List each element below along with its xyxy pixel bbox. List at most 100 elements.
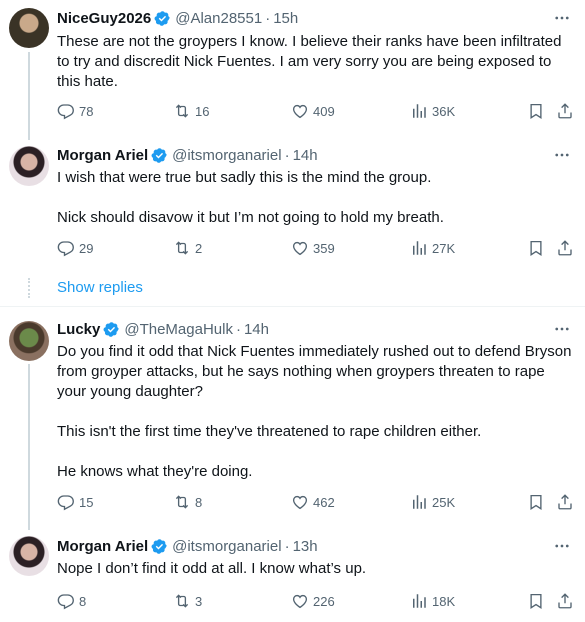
reply-icon	[57, 239, 75, 257]
share-icon	[556, 493, 574, 511]
action-bar: 78 16 409 36K	[57, 102, 577, 122]
action-bar: 15 8 462 25K	[57, 493, 577, 513]
retweet-icon	[173, 102, 191, 120]
thread-dots	[28, 278, 32, 298]
avatar[interactable]	[9, 321, 49, 361]
heart-icon	[291, 493, 309, 511]
bookmark-button[interactable]	[527, 493, 545, 511]
views-icon	[410, 592, 428, 610]
view-count: 27K	[432, 240, 456, 256]
bookmark-button[interactable]	[527, 102, 545, 120]
verified-badge-icon	[151, 147, 168, 164]
views-icon	[410, 493, 428, 511]
views-icon	[410, 102, 428, 120]
share-icon	[556, 102, 574, 120]
display-name[interactable]: Morgan Ariel	[57, 538, 148, 555]
handle[interactable]: @itsmorganariel	[172, 538, 281, 555]
like-count: 409	[313, 103, 335, 119]
more-icon[interactable]	[553, 537, 571, 555]
tweet-header: Morgan Ariel @itsmorganariel · 13h	[57, 536, 318, 556]
reply-count: 29	[79, 240, 94, 256]
views-button[interactable]: 25K	[410, 493, 455, 511]
show-replies-link[interactable]: Show replies	[57, 279, 143, 296]
views-button[interactable]: 18K	[410, 592, 455, 610]
retweet-icon	[173, 592, 191, 610]
more-icon[interactable]	[553, 9, 571, 27]
reply-button[interactable]: 8	[57, 592, 86, 610]
reply-count: 8	[79, 593, 87, 609]
tweet-header: Lucky @TheMagaHulk · 14h	[57, 319, 269, 339]
share-icon	[556, 592, 574, 610]
separator-dot: ·	[235, 320, 241, 338]
heart-icon	[291, 239, 309, 257]
reply-icon	[57, 493, 75, 511]
tweet[interactable]: Morgan Ariel @itsmorganariel · 13h Nope …	[0, 530, 585, 622]
separator-dot: ·	[284, 537, 290, 555]
like-button[interactable]: 359	[291, 239, 335, 257]
retweet-button[interactable]: 16	[173, 102, 209, 120]
bookmark-icon	[527, 239, 545, 257]
share-button[interactable]	[556, 493, 574, 511]
handle[interactable]: @TheMagaHulk	[124, 321, 233, 338]
retweet-count: 16	[195, 103, 210, 119]
bookmark-button[interactable]	[527, 239, 545, 257]
like-button[interactable]: 462	[291, 493, 335, 511]
share-button[interactable]	[556, 592, 574, 610]
like-count: 359	[313, 240, 335, 256]
share-button[interactable]	[556, 239, 574, 257]
tweet-header: Morgan Ariel @itsmorganariel · 14h	[57, 145, 318, 165]
tweet-text: Do you find it odd that Nick Fuentes imm…	[57, 343, 572, 480]
tweet[interactable]: Morgan Ariel @itsmorganariel · 14h I wis…	[0, 140, 585, 270]
more-icon[interactable]	[553, 320, 571, 338]
views-button[interactable]: 36K	[410, 102, 455, 120]
tweet-text: Nope I don’t find it odd at all. I know …	[57, 560, 367, 577]
share-button[interactable]	[556, 102, 574, 120]
action-bar: 29 2 359 27K	[57, 239, 577, 259]
tweet-text: I wish that were true but sadly this is …	[57, 169, 444, 226]
share-icon	[556, 239, 574, 257]
tweet[interactable]: Lucky @TheMagaHulk · 14h Do you find it …	[0, 307, 585, 530]
retweet-button[interactable]: 8	[173, 493, 202, 511]
separator-dot: ·	[265, 9, 271, 27]
more-icon[interactable]	[553, 146, 571, 164]
reply-icon	[57, 102, 75, 120]
timestamp[interactable]: 15h	[273, 10, 298, 27]
reply-button[interactable]: 78	[57, 102, 93, 120]
like-button[interactable]: 409	[291, 102, 335, 120]
verified-badge-icon	[103, 321, 120, 338]
view-count: 25K	[432, 494, 456, 510]
tweet-text: These are not the groypers I know. I bel…	[57, 33, 566, 90]
like-button[interactable]: 226	[291, 592, 335, 610]
timestamp[interactable]: 14h	[293, 147, 318, 164]
views-button[interactable]: 27K	[410, 239, 455, 257]
display-name[interactable]: NiceGuy2026	[57, 10, 151, 27]
retweet-count: 8	[195, 494, 203, 510]
retweet-button[interactable]: 2	[173, 239, 202, 257]
tweet-header: NiceGuy2026 @Alan28551 · 15h	[57, 8, 298, 28]
handle[interactable]: @itsmorganariel	[172, 147, 281, 164]
retweet-button[interactable]: 3	[173, 592, 202, 610]
handle[interactable]: @Alan28551	[175, 10, 262, 27]
avatar[interactable]	[9, 8, 49, 48]
view-count: 18K	[432, 593, 456, 609]
bookmark-icon	[527, 493, 545, 511]
reply-button[interactable]: 15	[57, 493, 93, 511]
timestamp[interactable]: 13h	[293, 538, 318, 555]
bookmark-icon	[527, 592, 545, 610]
tweet[interactable]: NiceGuy2026 @Alan28551 · 15h These are n…	[0, 0, 585, 140]
reply-count: 78	[79, 103, 94, 119]
verified-badge-icon	[151, 538, 168, 555]
reply-icon	[57, 592, 75, 610]
heart-icon	[291, 592, 309, 610]
separator-dot: ·	[284, 146, 290, 164]
heart-icon	[291, 102, 309, 120]
reply-button[interactable]: 29	[57, 239, 93, 257]
avatar[interactable]	[9, 146, 49, 186]
avatar[interactable]	[9, 536, 49, 576]
display-name[interactable]: Morgan Ariel	[57, 147, 148, 164]
retweet-count: 2	[195, 240, 203, 256]
like-count: 462	[313, 494, 335, 510]
timestamp[interactable]: 14h	[244, 321, 269, 338]
display-name[interactable]: Lucky	[57, 321, 100, 338]
bookmark-button[interactable]	[527, 592, 545, 610]
